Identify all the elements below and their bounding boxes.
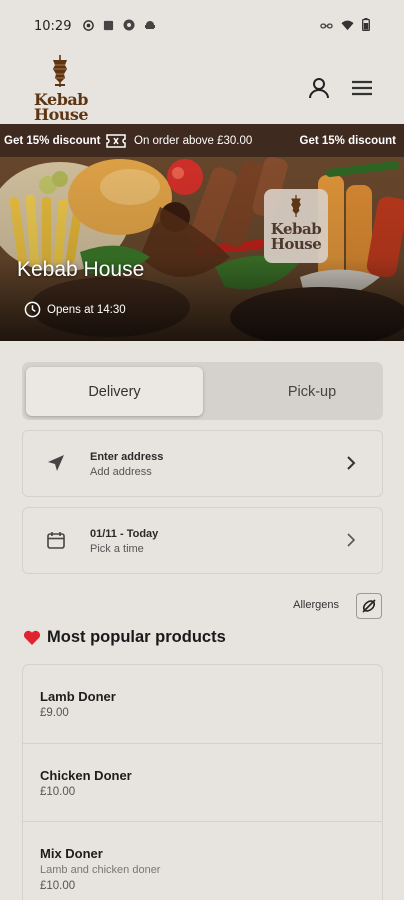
promo-middle: On order above £30.00 (106, 133, 253, 148)
restaurant-name: Kebab House (17, 258, 145, 281)
settings-app-icon (123, 18, 135, 34)
address-title: Enter address (90, 451, 164, 463)
account-button[interactable] (305, 74, 333, 102)
promo-discount-right: Get 15% discount (299, 134, 397, 147)
allergens-button[interactable] (356, 593, 382, 619)
order-mode-toggle: Delivery Pick-up (22, 362, 383, 420)
calendar-icon (47, 532, 65, 549)
time-title: 01/11 - Today (90, 528, 159, 540)
allergen-filter-icon (362, 599, 376, 613)
ticket-icon (106, 133, 126, 148)
notification-circle-icon (83, 18, 95, 34)
product-description: Lamb and chicken doner (40, 864, 161, 876)
heart-icon (23, 630, 41, 645)
brand-logo[interactable]: Kebab House (34, 55, 89, 124)
badge-word-2: House (270, 235, 322, 253)
navigation-arrow-icon (48, 455, 64, 471)
time-subtitle: Pick a time (90, 543, 144, 555)
product-price: £10.00 (40, 880, 76, 892)
product-name: Chicken Doner (40, 768, 132, 783)
address-subtitle: Add address (90, 466, 152, 478)
battery-icon (362, 18, 370, 34)
link-icon (320, 18, 333, 34)
popular-section-title: Most popular products (47, 628, 226, 646)
product-card[interactable]: Lamb Doner £9.00 (23, 665, 382, 743)
chevron-right-icon (347, 533, 356, 547)
status-bar: 10:29 (0, 0, 404, 52)
user-icon (309, 78, 329, 99)
android-icon (144, 18, 156, 34)
doner-spit-icon (53, 55, 67, 87)
menu-button[interactable] (348, 74, 376, 102)
promo-bar: Get 15% discount On order above £30.00 G… (0, 124, 404, 157)
time-selector[interactable]: 01/11 - Today Pick a time (22, 507, 383, 574)
allergens-label: Allergens (293, 599, 339, 611)
chevron-right-icon (347, 456, 356, 470)
logo-word-2: House (34, 105, 89, 124)
popular-section-heading: Most popular products (23, 628, 226, 647)
promo-minimum-order: On order above £30.00 (134, 134, 253, 147)
product-price: £9.00 (40, 707, 69, 719)
product-card[interactable]: Mix Doner Lamb and chicken doner £10.00 (23, 821, 382, 899)
delivery-tab[interactable]: Delivery (26, 367, 203, 416)
opening-time-text: Opens at 14:30 (47, 303, 126, 316)
product-name: Mix Doner (40, 846, 103, 861)
app-header: Kebab House (0, 52, 404, 124)
doner-spit-icon (291, 195, 301, 217)
product-list: Lamb Doner £9.00 Chicken Doner £10.00 Mi… (22, 664, 383, 900)
pickup-tab[interactable]: Pick-up (222, 367, 402, 416)
address-selector[interactable]: Enter address Add address (22, 430, 383, 497)
promo-discount-left: Get 15% discount (4, 134, 101, 147)
product-name: Lamb Doner (40, 689, 116, 704)
square-app-icon (103, 18, 114, 34)
clock-icon (24, 301, 41, 318)
hamburger-menu-icon (352, 80, 372, 96)
hero-banner: Kebab House Kebab House Opens at 14:30 (0, 157, 404, 341)
product-price: £10.00 (40, 786, 76, 798)
status-time: 10:29 (34, 18, 72, 34)
hero-logo-badge: Kebab House (264, 189, 328, 263)
wifi-icon (341, 18, 354, 34)
opening-hours: Opens at 14:30 (24, 301, 126, 318)
product-card[interactable]: Chicken Doner £10.00 (23, 743, 382, 821)
